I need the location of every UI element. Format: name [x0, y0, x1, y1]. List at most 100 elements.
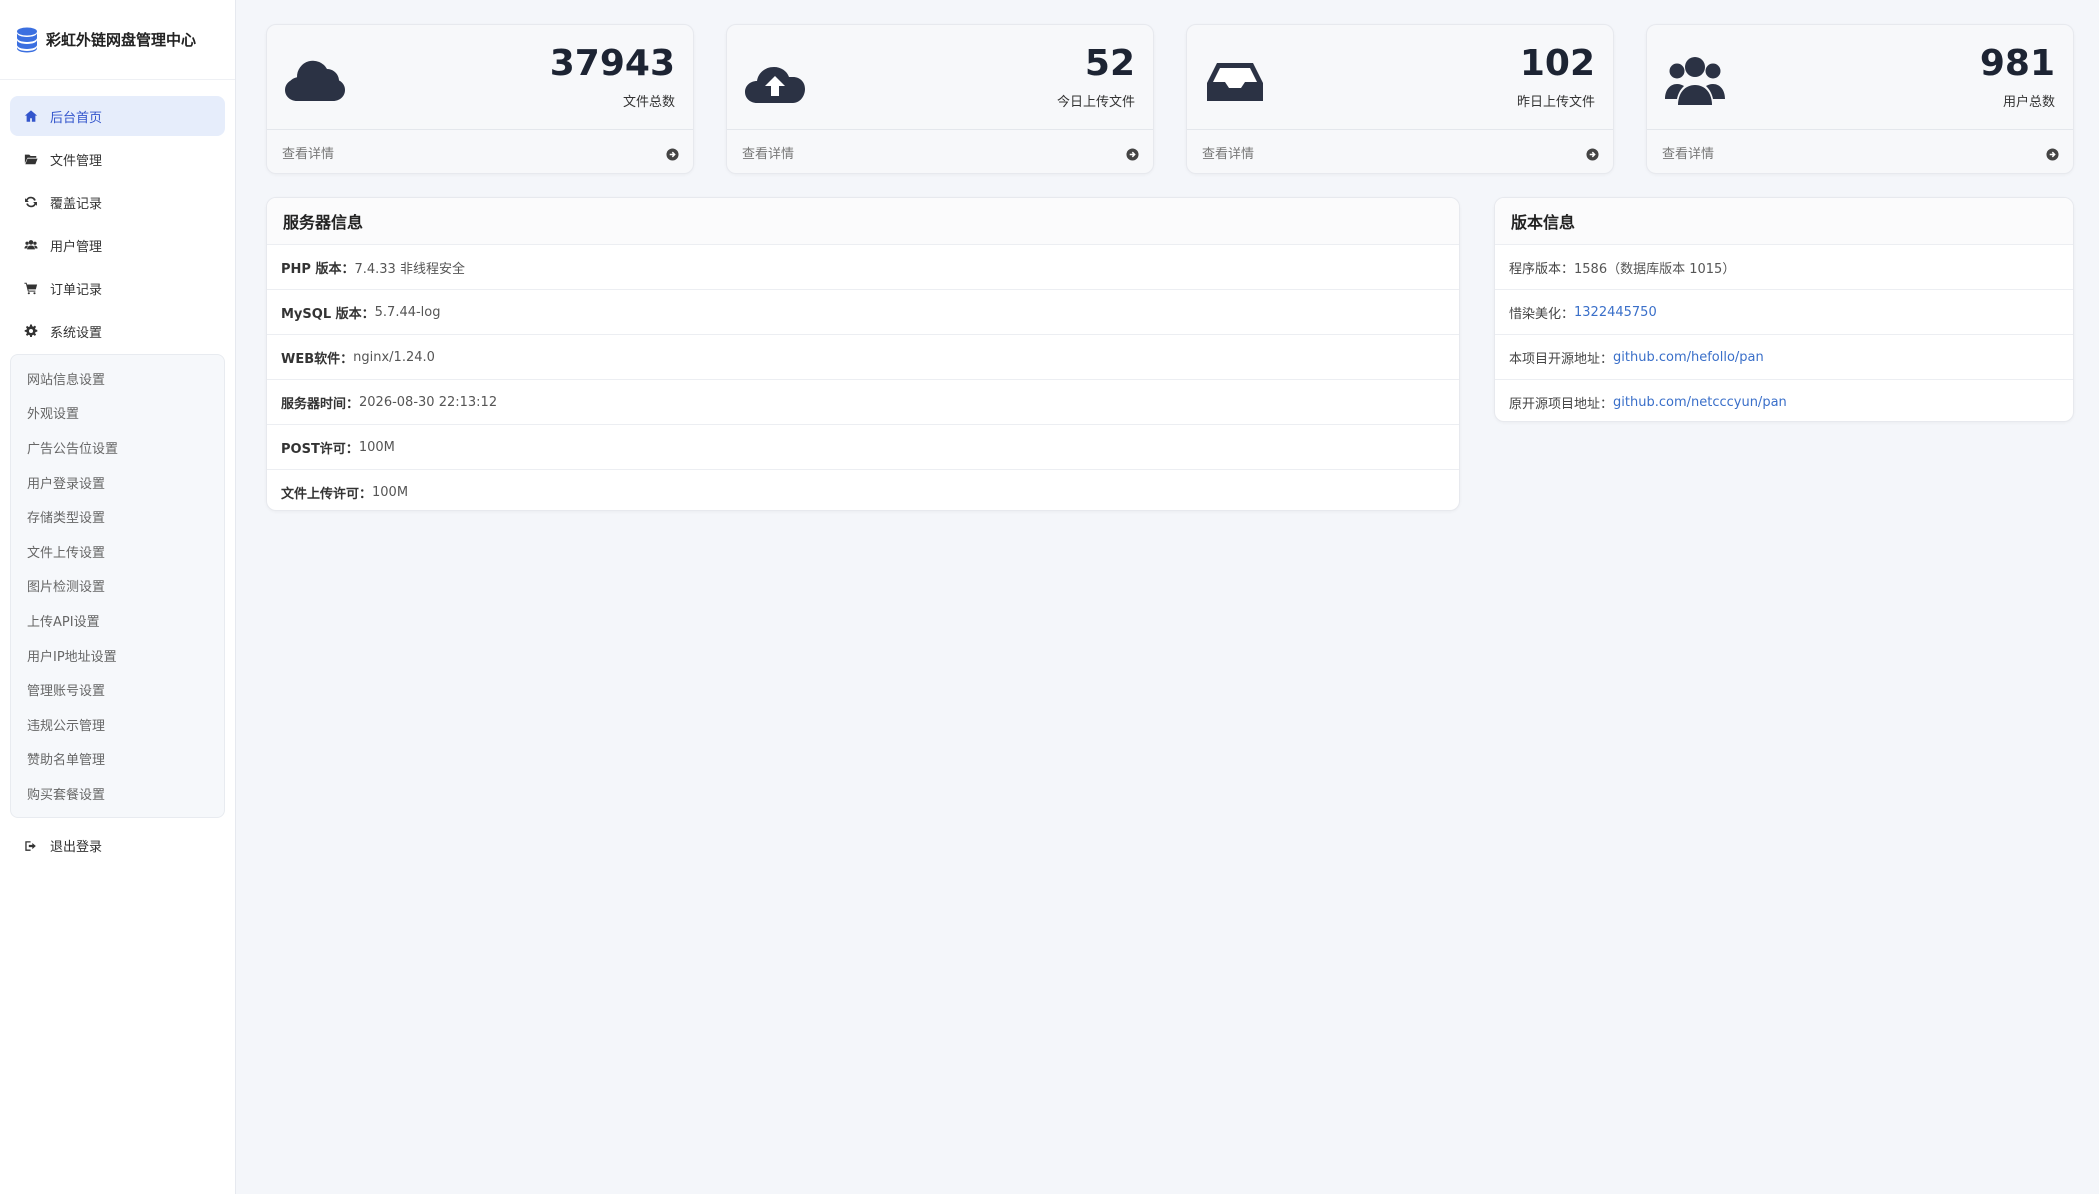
- sidebar-item-users[interactable]: 用户管理: [10, 225, 225, 265]
- cloud-icon: [283, 49, 347, 113]
- sidebar-item-label: 用户管理: [50, 239, 103, 255]
- database-icon: [16, 27, 38, 53]
- sidebar: 彩虹外链网盘管理中心 后台首页 文件管理 覆盖记录 用户管理 订单记录 系统设置…: [0, 0, 236, 1194]
- stat-label: 用户总数: [2002, 95, 2055, 110]
- stat-label: 昨日上传文件: [1516, 95, 1595, 110]
- stat-card-total-users: 981 用户总数 查看详情: [1646, 24, 2074, 174]
- sidebar-nav: 后台首页 文件管理 覆盖记录 用户管理 订单记录 系统设置 网站信息设置 外观设…: [0, 80, 235, 866]
- stat-label: 今日上传文件: [1056, 95, 1135, 110]
- row-value: 2026-08-30 22:13:12: [359, 394, 498, 410]
- row-key: 服务器时间：: [281, 396, 360, 412]
- submenu-item-user-login[interactable]: 用户登录设置: [11, 465, 224, 500]
- server-info-row: 服务器时间： 2026-08-30 22:13:12: [267, 380, 1459, 425]
- stat-label: 文件总数: [622, 95, 675, 110]
- version-info-row: 惜染美化： 1322445750: [1495, 290, 2073, 335]
- row-key: 本项目开源地址：: [1509, 351, 1614, 367]
- row-key: 原开源项目地址：: [1509, 397, 1614, 412]
- gear-icon: [24, 324, 38, 338]
- submenu-item-appearance[interactable]: 外观设置: [11, 396, 224, 431]
- submenu-item-upload[interactable]: 文件上传设置: [11, 534, 224, 569]
- stat-value: 981: [1979, 43, 2055, 84]
- version-info-row: 程序版本： 1586（数据库版本 1015）: [1495, 245, 2073, 290]
- submenu-item-user-ip[interactable]: 用户IP地址设置: [11, 638, 224, 673]
- arrow-circle-right-icon: [1126, 146, 1139, 161]
- row-value: 7.4.33 非线程安全: [354, 261, 465, 277]
- stat-card-yesterday-uploads: 102 昨日上传文件 查看详情: [1186, 24, 1614, 174]
- brand[interactable]: 彩虹外链网盘管理中心: [0, 0, 235, 80]
- panel-title: 服务器信息: [267, 198, 1459, 245]
- sidebar-item-label: 后台首页: [50, 110, 103, 126]
- server-info-row: POST许可： 100M: [267, 425, 1459, 470]
- submenu-item-sponsors[interactable]: 赞助名单管理: [11, 742, 224, 777]
- sign-out-icon: [24, 839, 38, 853]
- row-value: nginx/1.24.0: [353, 349, 435, 365]
- view-details-label: 查看详情: [742, 146, 795, 162]
- submenu-item-violations[interactable]: 违规公示管理: [11, 707, 224, 742]
- cart-icon: [24, 281, 38, 295]
- sidebar-item-orders[interactable]: 订单记录: [10, 268, 225, 308]
- row-key: 惜染美化：: [1509, 306, 1575, 322]
- sidebar-item-label: 订单记录: [50, 282, 103, 298]
- inbox-icon: [1203, 49, 1267, 113]
- stat-value: 102: [1519, 43, 1595, 84]
- settings-submenu: 网站信息设置 外观设置 广告公告位设置 用户登录设置 存储类型设置 文件上传设置…: [10, 354, 225, 818]
- server-info-row: WEB软件： nginx/1.24.0: [267, 335, 1459, 380]
- main-content: 37943 文件总数 查看详情 52 今日上传文件 查看详情 102 昨日上传文…: [236, 0, 2099, 1194]
- brand-title: 彩虹外链网盘管理中心: [46, 31, 197, 49]
- row-key: POST许可：: [281, 441, 359, 457]
- row-value: 100M: [358, 439, 395, 455]
- qq-link[interactable]: 1322445750: [1574, 305, 1657, 320]
- panel-title: 版本信息: [1495, 198, 2073, 245]
- view-details-link[interactable]: 查看详情: [1187, 130, 1613, 174]
- arrow-circle-right-icon: [1586, 146, 1599, 161]
- row-key: PHP 版本：: [281, 261, 355, 277]
- stat-value: 52: [1084, 43, 1135, 84]
- stat-value: 37943: [549, 43, 675, 84]
- submenu-item-storage[interactable]: 存储类型设置: [11, 499, 224, 534]
- row-value: 5.7.44-log: [374, 304, 441, 320]
- view-details-label: 查看详情: [1662, 146, 1715, 162]
- original-repo-link[interactable]: github.com/netcccyun/pan: [1613, 395, 1787, 410]
- row-key: 文件上传许可：: [281, 487, 373, 502]
- view-details-label: 查看详情: [282, 146, 335, 162]
- submenu-item-upload-api[interactable]: 上传API设置: [11, 603, 224, 638]
- stat-card-total-files: 37943 文件总数 查看详情: [266, 24, 694, 174]
- sidebar-item-settings[interactable]: 系统设置: [10, 311, 225, 351]
- row-key: 程序版本：: [1509, 261, 1575, 277]
- users-icon: [1663, 49, 1727, 113]
- sidebar-item-files[interactable]: 文件管理: [10, 139, 225, 179]
- submenu-item-ads[interactable]: 广告公告位设置: [11, 430, 224, 465]
- submenu-item-image-check[interactable]: 图片检测设置: [11, 569, 224, 604]
- server-info-row: 文件上传许可： 100M: [267, 470, 1459, 510]
- view-details-label: 查看详情: [1202, 146, 1255, 162]
- sidebar-item-label: 系统设置: [50, 325, 103, 341]
- cloud-upload-icon: [743, 49, 807, 113]
- sidebar-item-logout[interactable]: 退出登录: [10, 826, 225, 866]
- server-info-panel: 服务器信息 PHP 版本： 7.4.33 非线程安全 MySQL 版本： 5.7…: [266, 197, 1460, 511]
- view-details-link[interactable]: 查看详情: [267, 130, 693, 174]
- arrow-circle-right-icon: [666, 146, 679, 161]
- row-value: 1586（数据库版本 1015）: [1574, 261, 1736, 277]
- row-value: 100M: [372, 485, 409, 500]
- view-details-link[interactable]: 查看详情: [727, 130, 1153, 174]
- version-info-panel: 版本信息 程序版本： 1586（数据库版本 1015） 惜染美化： 132244…: [1494, 197, 2074, 422]
- sidebar-item-home[interactable]: 后台首页: [10, 96, 225, 136]
- stat-card-today-uploads: 52 今日上传文件 查看详情: [726, 24, 1154, 174]
- home-icon: [24, 109, 38, 123]
- submenu-item-site-info[interactable]: 网站信息设置: [11, 361, 224, 396]
- arrow-circle-right-icon: [2046, 146, 2059, 161]
- version-info-row: 原开源项目地址： github.com/netcccyun/pan: [1495, 380, 2073, 421]
- row-key: MySQL 版本：: [281, 306, 375, 322]
- version-info-row: 本项目开源地址： github.com/hefollo/pan: [1495, 335, 2073, 380]
- refresh-icon: [24, 195, 38, 209]
- sidebar-item-overwrite-records[interactable]: 覆盖记录: [10, 182, 225, 222]
- submenu-item-admin-account[interactable]: 管理账号设置: [11, 672, 224, 707]
- server-info-row: PHP 版本： 7.4.33 非线程安全: [267, 245, 1459, 290]
- view-details-link[interactable]: 查看详情: [1647, 130, 2073, 174]
- sidebar-item-label: 退出登录: [50, 840, 103, 856]
- submenu-item-packages[interactable]: 购买套餐设置: [11, 776, 224, 811]
- project-repo-link[interactable]: github.com/hefollo/pan: [1613, 350, 1764, 365]
- server-info-row: MySQL 版本： 5.7.44-log: [267, 290, 1459, 335]
- users-icon: [24, 238, 38, 252]
- sidebar-item-label: 覆盖记录: [50, 196, 103, 212]
